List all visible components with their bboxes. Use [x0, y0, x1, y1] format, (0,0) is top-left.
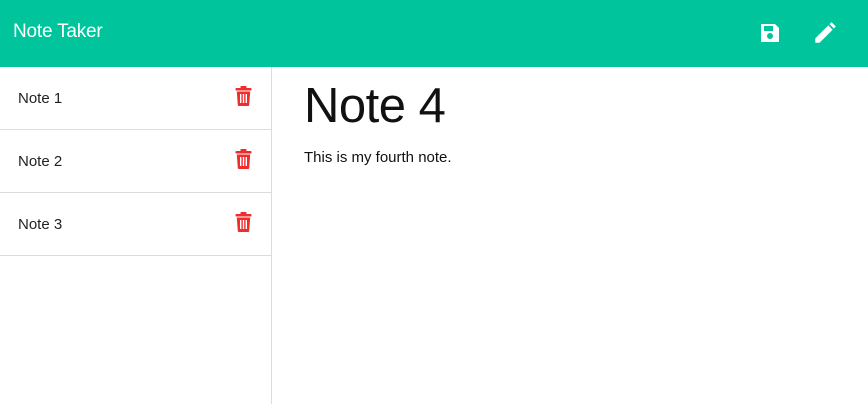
note-title[interactable]: Note 3: [18, 216, 62, 233]
top-navbar: Note Taker: [0, 0, 868, 67]
list-item-note-3[interactable]: Note 3: [0, 193, 271, 256]
notes-sidebar: Note 1 Note 2 Note 3: [0, 67, 272, 404]
list-item-note-1[interactable]: Note 1: [0, 67, 271, 130]
note-text-area[interactable]: This is my fourth note.: [304, 149, 452, 166]
list-item-note-2[interactable]: Note 2: [0, 130, 271, 193]
trash-icon[interactable]: [235, 86, 252, 106]
pencil-icon[interactable]: [811, 19, 839, 47]
note-list: Note 1 Note 2 Note 3: [0, 67, 271, 256]
trash-icon[interactable]: [235, 149, 252, 169]
note-editor: Note 4 This is my fourth note.: [272, 67, 868, 404]
note-title[interactable]: Note 1: [18, 90, 62, 107]
trash-icon[interactable]: [235, 212, 252, 232]
note-title[interactable]: Note 2: [18, 153, 62, 170]
save-icon[interactable]: [756, 19, 784, 47]
app-title[interactable]: Note Taker: [13, 21, 103, 43]
note-title-input[interactable]: Note 4: [304, 78, 446, 134]
